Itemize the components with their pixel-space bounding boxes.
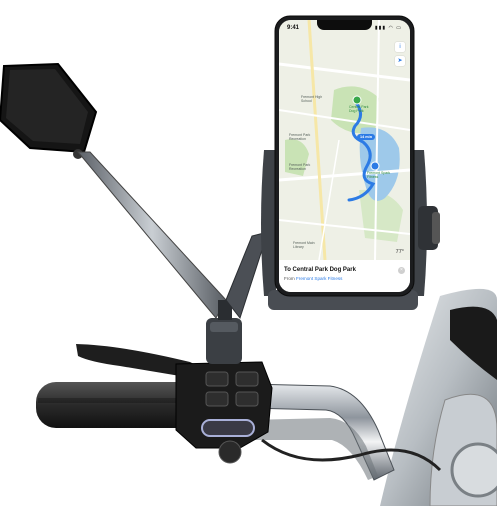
fuel-tank (380, 288, 497, 506)
location-arrow-icon[interactable]: ➤ (395, 56, 405, 66)
photo-scene: 9:41 ▮▮▮ ◠ ▭ i ➤ Central Park Dog Park 1… (0, 0, 497, 506)
map-label-park: Central Park Dog Park (349, 105, 369, 113)
phone-screen: 9:41 ▮▮▮ ◠ ▭ i ➤ Central Park Dog Park 1… (279, 20, 410, 292)
map-label-b: Fremont Park Recreation (289, 133, 311, 141)
status-icons: ▮▮▮ ◠ ▭ (374, 25, 402, 31)
mirror (0, 62, 98, 159)
map-label-gym: Fremont Spark Fitness (367, 171, 391, 179)
destination-pin[interactable] (352, 95, 362, 105)
destination-title: To Central Park Dog Park (284, 267, 356, 273)
route-time-badge: 14 min (357, 134, 376, 140)
map-label-d: Fremont Main Library (293, 241, 315, 249)
origin-line: From Fremont Spark Fitness (284, 276, 342, 281)
temperature-readout: 77° (395, 249, 404, 255)
switch-housing (175, 361, 273, 464)
mirror-stem (76, 151, 227, 319)
status-time: 9:41 (287, 25, 300, 31)
origin-marker[interactable] (370, 161, 380, 171)
close-icon[interactable]: × (398, 267, 405, 274)
map-label-c: Fremont Park Recreation (289, 163, 311, 171)
directions-card[interactable]: To Central Park Dog Park From Fremont Sp… (279, 260, 410, 292)
from-label: From (284, 276, 295, 281)
map-label-a: Fremont High School (301, 95, 323, 103)
phone-notch (317, 20, 372, 30)
info-icon[interactable]: i (395, 42, 405, 52)
motorcycle-handlebar-photo (0, 15, 497, 506)
origin-place-link[interactable]: Fremont Spark Fitness (296, 276, 342, 281)
